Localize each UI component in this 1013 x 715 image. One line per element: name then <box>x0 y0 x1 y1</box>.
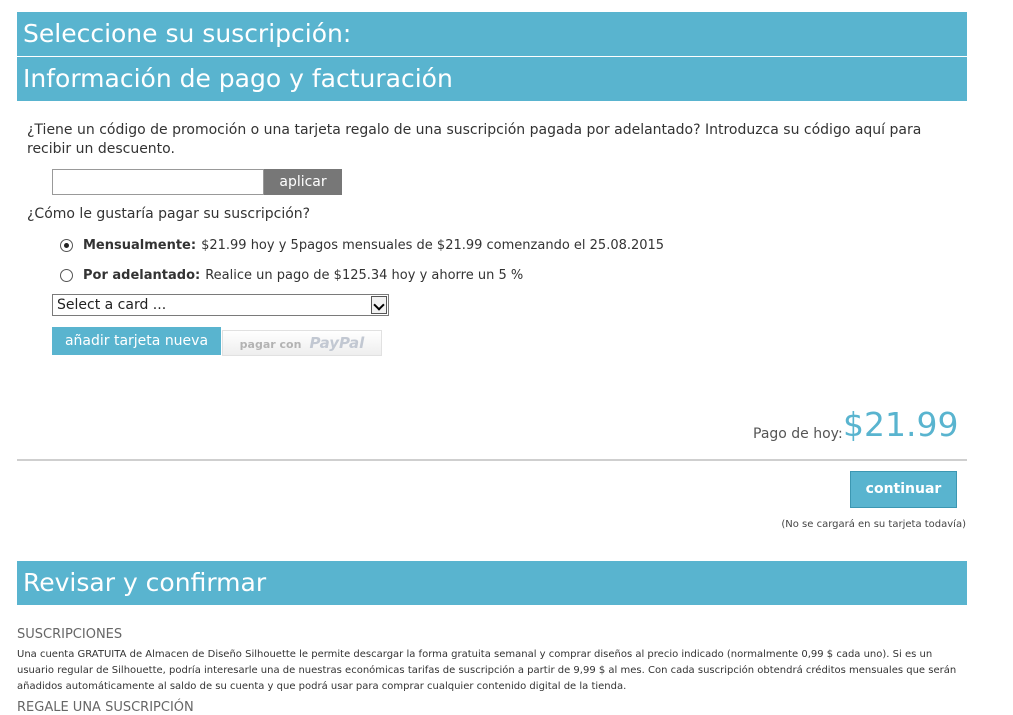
card-select-value: Select a card ... <box>57 297 167 313</box>
paypal-logo: PayPal <box>309 334 365 352</box>
paypal-button[interactable]: pagar con PayPal <box>222 330 382 356</box>
apply-promo-button[interactable]: aplicar <box>264 169 342 195</box>
payment-question: ¿Cómo le gustaría pagar su suscripción? <box>27 206 311 222</box>
divider <box>17 459 967 461</box>
add-card-button[interactable]: añadir tarjeta nueva <box>52 327 221 355</box>
promo-description: ¿Tiene un código de promoción o una tarj… <box>27 122 922 157</box>
subscriptions-description: Una cuenta GRATUITA de Almacen de Diseño… <box>17 649 957 692</box>
total-label: Pago de hoy: <box>753 426 843 442</box>
payment-option-advance[interactable]: Por adelantado: Realice un pago de $125.… <box>60 268 523 283</box>
continue-note: (No se cargará en su tarjeta todavía) <box>781 519 966 530</box>
total-amount: $21.99 <box>843 405 959 444</box>
monthly-radio[interactable] <box>60 239 73 252</box>
monthly-label: Mensualmente: <box>83 238 197 253</box>
review-section-header[interactable]: Revisar y confirmar <box>17 561 967 605</box>
subscriptions-heading: SUSCRIPCIONES <box>17 627 123 642</box>
card-select[interactable]: Select a card ... <box>52 294 389 316</box>
chevron-down-icon[interactable] <box>371 296 387 314</box>
advance-detail: Realice un pago de $125.34 hoy y ahorre … <box>205 268 524 283</box>
payment-section-header[interactable]: Información de pago y facturación <box>17 57 967 101</box>
promo-code-input[interactable] <box>52 169 264 195</box>
paypal-prefix: pagar con <box>239 338 302 351</box>
continue-button[interactable]: continuar <box>850 471 957 508</box>
payment-option-monthly[interactable]: Mensualmente: $21.99 hoy y 5pagos mensua… <box>60 238 664 253</box>
monthly-detail: $21.99 hoy y 5pagos mensuales de $21.99 … <box>201 238 665 253</box>
subscription-section-header[interactable]: Seleccione su suscripción: <box>17 12 967 56</box>
advance-radio[interactable] <box>60 269 73 282</box>
advance-label: Por adelantado: <box>83 268 201 283</box>
